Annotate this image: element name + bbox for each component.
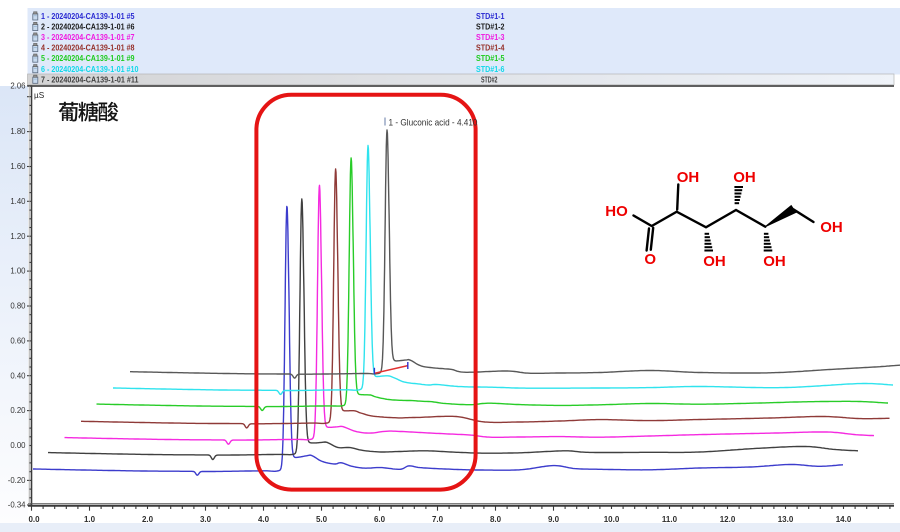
svg-text:13.0: 13.0	[778, 515, 794, 524]
svg-text:STD#2: STD#2	[481, 74, 498, 84]
svg-text:2 - 20240204-CA139-1-01 #6: 2 - 20240204-CA139-1-01 #6	[41, 22, 135, 32]
svg-text:OH: OH	[763, 253, 786, 270]
svg-text:0.00: 0.00	[10, 441, 26, 450]
svg-text:4 - 20240204-CA139-1-01 #8: 4 - 20240204-CA139-1-01 #8	[41, 43, 135, 53]
svg-text:6 - 20240204-CA139-1-01 #10: 6 - 20240204-CA139-1-01 #10	[41, 64, 139, 74]
svg-text:HO: HO	[605, 203, 628, 220]
svg-text:STD#1-4: STD#1-4	[476, 43, 505, 53]
svg-text:STD#1-1: STD#1-1	[476, 11, 505, 21]
svg-text:0.0: 0.0	[28, 515, 40, 524]
svg-text:1.60: 1.60	[10, 162, 26, 171]
svg-text:1.20: 1.20	[10, 232, 26, 241]
svg-text:5 - 20240204-CA139-1-01 #9: 5 - 20240204-CA139-1-01 #9	[41, 53, 135, 63]
svg-text:0.60: 0.60	[10, 337, 26, 346]
svg-text:0.80: 0.80	[10, 302, 26, 311]
svg-text:4.0: 4.0	[258, 515, 270, 524]
svg-text:12.0: 12.0	[720, 515, 736, 524]
svg-text:STD#1-5: STD#1-5	[476, 53, 505, 63]
svg-text:2.0: 2.0	[142, 515, 154, 524]
svg-text:1.40: 1.40	[10, 197, 26, 206]
svg-text:O: O	[644, 251, 656, 268]
svg-text:7 - 20240204-CA139-1-01 #11: 7 - 20240204-CA139-1-01 #11	[41, 74, 139, 84]
svg-text:OH: OH	[703, 253, 726, 270]
svg-text:3.0: 3.0	[200, 515, 212, 524]
svg-text:14.0: 14.0	[836, 515, 852, 524]
svg-text:10.0: 10.0	[604, 515, 620, 524]
svg-text:µS: µS	[34, 91, 45, 100]
svg-text:3 - 20240204-CA139-1-01 #7: 3 - 20240204-CA139-1-01 #7	[41, 32, 135, 42]
svg-text:7.0: 7.0	[432, 515, 444, 524]
svg-text:STD#1-6: STD#1-6	[476, 64, 505, 74]
svg-text:OH: OH	[677, 169, 700, 186]
svg-text:6.0: 6.0	[374, 515, 386, 524]
svg-text:STD#1-2: STD#1-2	[476, 22, 505, 32]
svg-text:1 - 20240204-CA139-1-01 #5: 1 - 20240204-CA139-1-01 #5	[41, 11, 135, 21]
svg-text:STD#1-3: STD#1-3	[476, 32, 505, 42]
svg-text:0.40: 0.40	[10, 371, 26, 380]
svg-text:5.0: 5.0	[316, 515, 328, 524]
svg-text:1.0: 1.0	[84, 515, 96, 524]
svg-text:1.00: 1.00	[10, 267, 26, 276]
svg-text:9.0: 9.0	[548, 515, 560, 524]
svg-text:-0.20: -0.20	[8, 476, 26, 485]
svg-text:OH: OH	[733, 169, 756, 186]
svg-text:0.20: 0.20	[10, 406, 26, 415]
svg-text:11.0: 11.0	[662, 515, 678, 524]
svg-text:1 - Gluconic acid - 4.410: 1 - Gluconic acid - 4.410	[389, 117, 478, 127]
svg-text:1.80: 1.80	[10, 127, 26, 136]
svg-text:2.06: 2.06	[10, 81, 25, 90]
svg-text:OH: OH	[820, 219, 843, 236]
svg-text:-0.34: -0.34	[8, 501, 26, 510]
svg-text:8.0: 8.0	[490, 515, 502, 524]
